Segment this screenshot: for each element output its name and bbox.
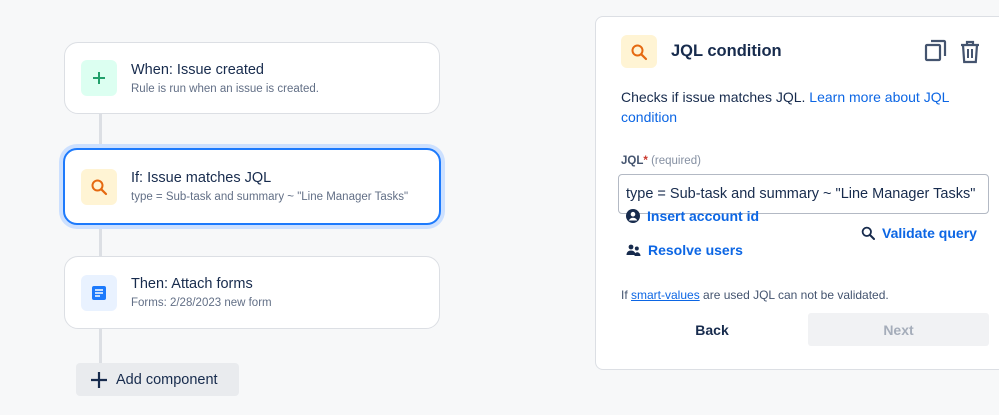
- panel-title: JQL condition: [671, 42, 782, 60]
- search-icon: [861, 226, 875, 240]
- plus-icon: [91, 371, 107, 388]
- jql-label: JQL* (required): [621, 155, 701, 167]
- note-suffix: are used JQL can not be validated.: [703, 288, 889, 302]
- resolve-users-label: Resolve users: [648, 242, 743, 258]
- back-button[interactable]: Back: [644, 314, 780, 346]
- action-title: Then: Attach forms: [131, 276, 253, 292]
- validate-query-button[interactable]: Validate query: [861, 225, 977, 241]
- resolve-users-button[interactable]: Resolve users: [626, 242, 743, 258]
- condition-title: If: Issue matches JQL: [131, 170, 272, 186]
- add-component-button[interactable]: Add component: [76, 363, 239, 396]
- required-text: (required): [651, 155, 701, 167]
- search-icon: [81, 168, 117, 205]
- smart-values-link[interactable]: smart-values: [631, 288, 700, 302]
- people-icon: [626, 244, 641, 256]
- insert-account-id-label: Insert account id: [647, 208, 760, 224]
- description-text: Checks if issue matches JQL.: [621, 89, 806, 105]
- condition-subtitle: type = Sub-task and summary ~ "Line Mana…: [131, 191, 409, 203]
- jql-condition-panel: JQL condition Checks if issue matches JQ…: [595, 16, 999, 370]
- validate-query-label: Validate query: [882, 225, 977, 241]
- trash-icon[interactable]: [958, 39, 982, 65]
- form-icon: [81, 274, 117, 311]
- user-circle-icon: [626, 209, 640, 223]
- add-component-label: Add component: [116, 371, 218, 388]
- next-button[interactable]: Next: [808, 313, 989, 346]
- search-icon: [621, 35, 657, 68]
- flow-connector: [99, 113, 102, 149]
- validation-note: If smart-values are used JQL can not be …: [621, 288, 889, 302]
- action-card[interactable]: Then: Attach forms Forms: 2/28/2023 new …: [64, 256, 440, 329]
- copy-icon[interactable]: [924, 39, 948, 65]
- flow-connector: [99, 328, 102, 364]
- trigger-card[interactable]: When: Issue created Rule is run when an …: [64, 42, 440, 114]
- flow-connector: [99, 225, 102, 257]
- condition-card[interactable]: If: Issue matches JQL type = Sub-task an…: [63, 148, 441, 225]
- required-marker: *: [643, 155, 648, 167]
- trigger-subtitle: Rule is run when an issue is created.: [131, 82, 319, 95]
- note-prefix: If: [621, 288, 628, 302]
- jql-label-text: JQL: [621, 155, 644, 167]
- insert-account-id-button[interactable]: Insert account id: [626, 208, 759, 224]
- action-subtitle: Forms: 2/28/2023 new form: [131, 297, 272, 309]
- trigger-title: When: Issue created: [131, 61, 264, 78]
- plus-icon: [81, 60, 117, 96]
- panel-description: Checks if issue matches JQL. Learn more …: [621, 87, 981, 127]
